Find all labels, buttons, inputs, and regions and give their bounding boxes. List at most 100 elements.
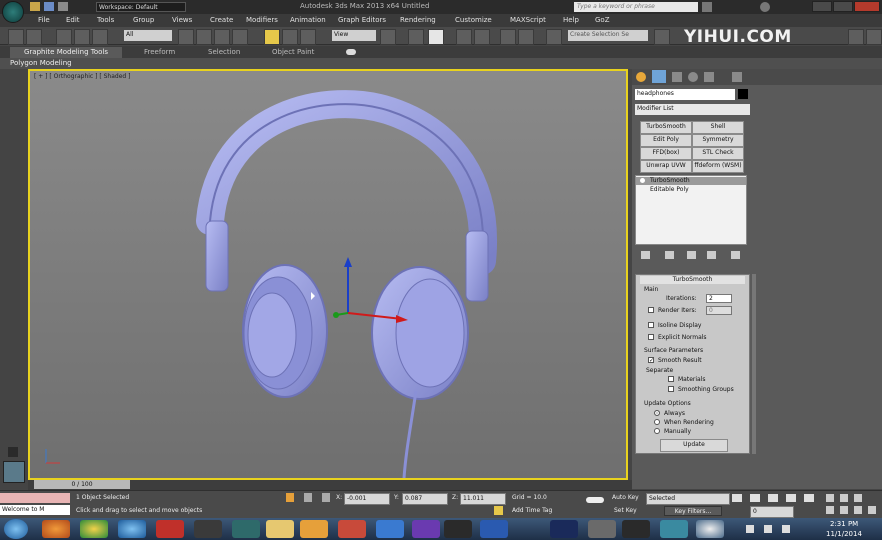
app-icon-teal[interactable] [660,520,688,538]
shell-button[interactable]: Shell [692,121,744,134]
3dsmax-taskbar-icon[interactable] [232,520,260,538]
filezilla-icon[interactable] [156,520,184,538]
always-radio[interactable] [654,410,660,416]
stl-check-button[interactable]: STL Check [692,147,744,160]
render-icon[interactable] [866,29,882,45]
start-button-icon[interactable] [4,519,28,539]
add-time-tag[interactable]: Add Time Tag [512,507,552,514]
ffdeform-button[interactable]: ffdeform (WSM) [692,160,744,173]
menu-goz[interactable]: GoZ [595,16,610,24]
select-object-icon[interactable] [178,29,194,45]
show-end-result-icon[interactable] [665,251,674,259]
explorer-icon[interactable] [266,520,294,538]
perspective-viewport[interactable]: [ + ] [ Orthographic ] [ Shaded ] [28,69,628,480]
hierarchy-tab-icon[interactable] [672,72,682,82]
menu-help[interactable]: Help [563,16,579,24]
tab-selection[interactable]: Selection [208,48,240,56]
spinner-snap-icon[interactable] [518,29,534,45]
bind-space-warp-icon[interactable] [92,29,108,45]
modify-tab-icon[interactable] [652,70,666,83]
photoshop-icon[interactable] [550,520,578,538]
percent-snap-icon[interactable] [500,29,516,45]
pivot-center-icon[interactable] [380,29,396,45]
maximize-viewport-icon[interactable] [868,506,876,514]
rotate-icon[interactable] [282,29,298,45]
app-logo-icon[interactable] [2,1,24,23]
current-frame-field[interactable]: 0 [750,506,794,518]
app-icon-grey[interactable] [588,520,616,538]
menu-rendering[interactable]: Rendering [400,16,436,24]
mini-viewport-preview[interactable] [3,461,25,483]
field-of-view-icon[interactable] [826,506,834,514]
clock-time[interactable]: 2:31 PM [830,520,858,528]
stack-item-editable-poly[interactable]: Editable Poly [636,186,746,194]
select-manipulate-icon[interactable] [408,29,424,45]
ribbon-polygon-modeling[interactable]: Polygon Modeling [10,59,72,67]
select-by-name-icon[interactable] [196,29,212,45]
zoom-extents-icon[interactable] [854,494,862,502]
maximize-button[interactable] [833,1,853,12]
app-icon-dark2[interactable] [622,520,650,538]
time-tag-icon[interactable] [494,506,503,515]
scale-icon[interactable] [300,29,316,45]
tab-freeform[interactable]: Freeform [144,48,175,56]
menu-maxscript[interactable]: MAXScript [510,16,546,24]
rectangular-selection-icon[interactable] [214,29,230,45]
auto-key-button[interactable]: Auto Key [612,494,639,501]
app-icon-dark[interactable] [194,520,222,538]
configure-sets-icon[interactable] [731,251,740,259]
time-slider-thumb[interactable]: 0 / 100 [34,480,130,489]
key-filter-dropdown[interactable]: Selected [646,493,730,505]
edit-poly-button[interactable]: Edit Poly [640,134,692,147]
utilities-tab-icon[interactable] [732,72,742,82]
isoline-checkbox[interactable] [648,322,654,328]
reference-coordinate-dropdown[interactable]: View [332,30,376,41]
unlink-icon[interactable] [74,29,90,45]
maxscript-listener[interactable] [0,493,70,503]
tab-graphite-modeling-tools[interactable]: Graphite Modeling Tools [24,48,108,56]
undo-icon[interactable] [8,29,24,45]
unwrap-uvw-button[interactable]: Unwrap UVW [640,160,692,173]
materials-checkbox[interactable] [668,376,674,382]
make-unique-icon[interactable] [687,251,696,259]
coordinate-mode-icon[interactable] [322,493,330,502]
named-selection-set-dropdown[interactable]: Create Selection Se [568,30,648,41]
x-coordinate-field[interactable]: -0.001 [344,493,390,505]
go-to-start-icon[interactable] [732,494,742,502]
next-frame-icon[interactable] [786,494,796,502]
go-to-end-icon[interactable] [804,494,814,502]
menu-graph-editors[interactable]: Graph Editors [338,16,386,24]
media-player-icon[interactable] [300,520,328,538]
selection-filter-dropdown[interactable]: All [124,30,172,41]
edit-named-selection-icon[interactable] [546,29,562,45]
viewport-layout-icon[interactable] [8,447,18,457]
app-icon-blue[interactable] [480,520,508,538]
flag-icon[interactable] [746,525,754,533]
modifier-list-dropdown[interactable]: Modifier List [635,104,750,115]
lock-selection-icon[interactable] [304,493,312,502]
explicit-normals-checkbox[interactable] [648,334,654,340]
angle-snap-icon[interactable] [474,29,490,45]
link-icon[interactable] [56,29,72,45]
stack-item-turbosmooth[interactable]: TurboSmooth [636,177,746,185]
app-icon-circle[interactable] [696,520,724,538]
object-color-swatch[interactable] [738,89,748,99]
menu-create[interactable]: Create [210,16,233,24]
app-icon-red[interactable] [338,520,366,538]
mirror-icon[interactable] [654,29,670,45]
ffd-box-button[interactable]: FFD(box) [640,147,692,160]
previous-frame-icon[interactable] [750,494,760,502]
symmetry-button[interactable]: Symmetry [692,134,744,147]
headphones-model[interactable] [30,71,626,478]
network-icon[interactable] [764,525,772,533]
menu-edit[interactable]: Edit [66,16,80,24]
render-iters-spinner[interactable]: 0 [706,306,732,315]
z-coordinate-field[interactable]: 11.011 [460,493,506,505]
pin-stack-icon[interactable] [641,251,650,259]
remove-modifier-icon[interactable] [707,251,716,259]
binoculars-icon[interactable] [702,2,712,12]
move-icon[interactable] [264,29,280,45]
ribbon-options-icon[interactable] [346,49,356,55]
window-crossing-icon[interactable] [232,29,248,45]
create-tab-icon[interactable] [636,72,646,82]
